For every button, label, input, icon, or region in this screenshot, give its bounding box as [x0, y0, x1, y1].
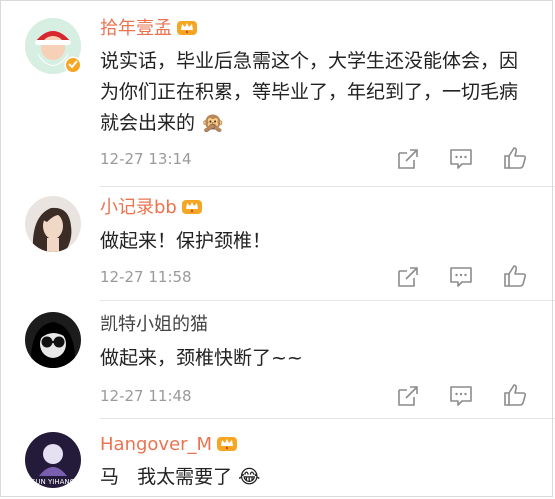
laugh-cry-emoji-icon: 😂 [238, 466, 261, 488]
comment-icon[interactable] [449, 147, 473, 171]
comment-text: 马 我太需要了 😂 [100, 466, 261, 488]
avatar[interactable] [25, 196, 81, 252]
username-text[interactable]: 小记录bb [100, 197, 177, 218]
avatar[interactable]: SUN YIHANG [25, 432, 81, 488]
comment-text: 说实话，毕业后急需这个，大学生还没能体会，因为你们正在积累，等毕业了，年纪到了，… [100, 50, 519, 134]
comment-text: 做起来！保护颈椎！ [100, 230, 272, 252]
timestamp: 12-27 11:58 [100, 268, 192, 286]
username[interactable]: 凯特小姐的猫 [100, 314, 208, 336]
like-icon[interactable] [503, 146, 527, 170]
comment-item: 凯特小姐的猫 做起来，颈椎快断了~~ 12-27 11:48 [0, 300, 555, 418]
username[interactable]: 小记录bb [100, 197, 203, 221]
username-text[interactable]: Hangover_M [100, 434, 212, 455]
username[interactable]: 拾年壹孟 [100, 18, 198, 42]
comment-icon[interactable] [449, 384, 473, 408]
avatar[interactable] [25, 312, 81, 368]
comment-icon[interactable] [449, 265, 473, 289]
svg-text:SUN YIHANG: SUN YIHANG [31, 478, 75, 486]
username-text[interactable]: 拾年壹孟 [100, 18, 172, 39]
comment-item: 小记录bb 做起来！保护颈椎！ 12-27 11:58 [0, 186, 555, 300]
vip-crown-icon [181, 197, 203, 221]
share-icon[interactable] [396, 147, 420, 171]
comment-item: SUN YIHANG Hangover_M 马 我太需要了 😂 [0, 418, 555, 499]
timestamp: 12-27 13:14 [100, 150, 192, 168]
vip-crown-icon [176, 18, 198, 42]
like-icon[interactable] [503, 264, 527, 288]
timestamp: 12-27 11:48 [100, 387, 192, 405]
verified-badge-icon [64, 56, 82, 74]
username-text[interactable]: 凯特小姐的猫 [100, 314, 208, 335]
comment-item: 拾年壹孟 说实话，毕业后急需这个，大学生还没能体会，因为你们正在积累，等毕业了，… [0, 0, 555, 186]
share-icon[interactable] [396, 265, 420, 289]
username[interactable]: Hangover_M [100, 434, 238, 458]
like-icon[interactable] [503, 383, 527, 407]
monkey-emoji-icon: 🙊 [201, 112, 225, 134]
comment-text: 做起来，颈椎快断了~~ [100, 347, 303, 369]
share-icon[interactable] [396, 384, 420, 408]
vip-crown-icon [216, 434, 238, 458]
